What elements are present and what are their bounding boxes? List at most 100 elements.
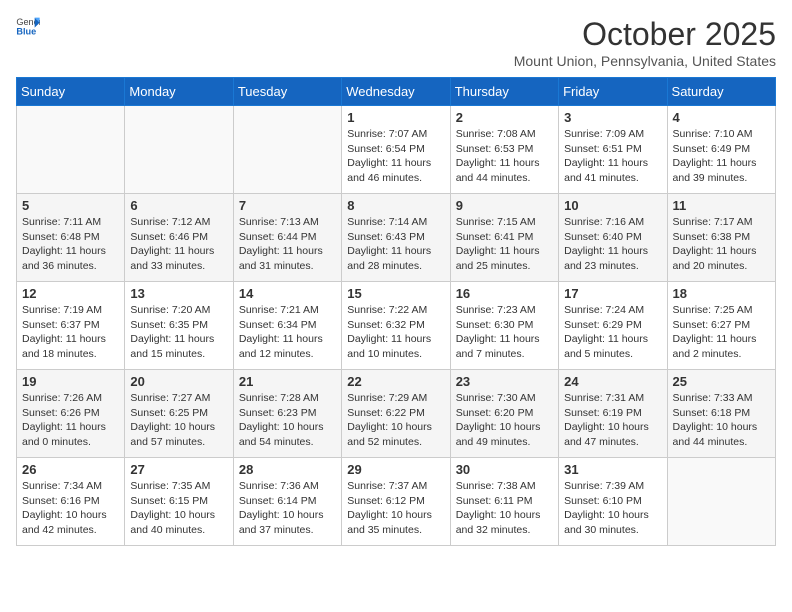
day-cell-27: 27 Sunrise: 7:35 AMSunset: 6:15 PMDayligh…	[125, 458, 233, 546]
day-number-3: 3	[564, 110, 661, 125]
day-number-30: 30	[456, 462, 553, 477]
day-info-3: Sunrise: 7:09 AMSunset: 6:51 PMDaylight:…	[564, 127, 661, 186]
day-cell-7: 7Sunrise: 7:13 AMSunset: 6:44 PMDaylight…	[233, 194, 341, 282]
day-info-10: Sunrise: 7:16 AMSunset: 6:40 PMDaylight:…	[564, 215, 661, 274]
day-number-8: 8	[347, 198, 444, 213]
week-row-4: 19Sunrise: 7:26 AMSunset: 6:26 PMDayligh…	[17, 370, 776, 458]
day-info-14: Sunrise: 7:21 AMSunset: 6:34 PMDaylight:…	[239, 303, 336, 362]
day-info-5: Sunrise: 7:11 AMSunset: 6:48 PMDaylight:…	[22, 215, 119, 274]
calendar-table: SundayMondayTuesdayWednesdayThursdayFrid…	[16, 77, 776, 546]
day-info-2: Sunrise: 7:08 AMSunset: 6:53 PMDaylight:…	[456, 127, 553, 186]
weekday-header-thursday: Thursday	[450, 78, 558, 106]
day-number-25: 25	[673, 374, 770, 389]
day-info-16: Sunrise: 7:23 AMSunset: 6:30 PMDaylight:…	[456, 303, 553, 362]
day-cell-17: 17 Sunrise: 7:24 AMSunset: 6:29 PMDayligh…	[559, 282, 667, 370]
day-info-8: Sunrise: 7:14 AMSunset: 6:43 PMDaylight:…	[347, 215, 444, 274]
day-number-16: 16	[456, 286, 553, 301]
weekday-header-row: SundayMondayTuesdayWednesdayThursdayFrid…	[17, 78, 776, 106]
empty-day-cell	[125, 106, 233, 194]
day-cell-14: 14 Sunrise: 7:21 AMSunset: 6:34 PMDayligh…	[233, 282, 341, 370]
day-info-15: Sunrise: 7:22 AMSunset: 6:32 PMDaylight:…	[347, 303, 444, 362]
weekday-header-saturday: Saturday	[667, 78, 775, 106]
day-info-18: Sunrise: 7:25 AMSunset: 6:27 PMDaylight:…	[673, 303, 770, 362]
day-info-9: Sunrise: 7:15 AMSunset: 6:41 PMDaylight:…	[456, 215, 553, 274]
day-number-11: 11	[673, 198, 770, 213]
day-number-23: 23	[456, 374, 553, 389]
day-info-27: Sunrise: 7:35 AMSunset: 6:15 PMDaylight:…	[130, 479, 227, 538]
day-number-27: 27	[130, 462, 227, 477]
page-header: General Blue October 2025 Mount Union, P…	[16, 16, 776, 69]
title-area: October 2025 Mount Union, Pennsylvania, …	[514, 16, 776, 69]
weekday-header-sunday: Sunday	[17, 78, 125, 106]
day-cell-23: 23 Sunrise: 7:30 AMSunset: 6:20 PMDayligh…	[450, 370, 558, 458]
day-number-14: 14	[239, 286, 336, 301]
day-info-12: Sunrise: 7:19 AMSunset: 6:37 PMDaylight:…	[22, 303, 119, 362]
day-number-1: 1	[347, 110, 444, 125]
month-title: October 2025	[514, 16, 776, 53]
day-info-19: Sunrise: 7:26 AMSunset: 6:26 PMDaylight:…	[22, 391, 119, 450]
day-info-6: Sunrise: 7:12 AMSunset: 6:46 PMDaylight:…	[130, 215, 227, 274]
day-number-26: 26	[22, 462, 119, 477]
day-info-22: Sunrise: 7:29 AMSunset: 6:22 PMDaylight:…	[347, 391, 444, 450]
day-number-6: 6	[130, 198, 227, 213]
day-info-25: Sunrise: 7:33 AMSunset: 6:18 PMDaylight:…	[673, 391, 770, 450]
day-cell-24: 24 Sunrise: 7:31 AMSunset: 6:19 PMDayligh…	[559, 370, 667, 458]
day-number-2: 2	[456, 110, 553, 125]
generalblue-logo-icon: General Blue	[16, 16, 40, 36]
day-cell-11: 11 Sunrise: 7:17 AMSunset: 6:38 PMDayligh…	[667, 194, 775, 282]
day-cell-12: 12 Sunrise: 7:19 AMSunset: 6:37 PMDayligh…	[17, 282, 125, 370]
location-title: Mount Union, Pennsylvania, United States	[514, 53, 776, 69]
day-cell-1: 1 Sunrise: 7:07 AMSunset: 6:54 PMDaylight…	[342, 106, 450, 194]
day-info-4: Sunrise: 7:10 AMSunset: 6:49 PMDaylight:…	[673, 127, 770, 186]
day-cell-31: 31 Sunrise: 7:39 AMSunset: 6:10 PMDayligh…	[559, 458, 667, 546]
day-cell-20: 20 Sunrise: 7:27 AMSunset: 6:25 PMDayligh…	[125, 370, 233, 458]
day-number-24: 24	[564, 374, 661, 389]
day-cell-21: 21 Sunrise: 7:28 AMSunset: 6:23 PMDayligh…	[233, 370, 341, 458]
day-cell-22: 22 Sunrise: 7:29 AMSunset: 6:22 PMDayligh…	[342, 370, 450, 458]
day-cell-9: 9 Sunrise: 7:15 AMSunset: 6:41 PMDaylight…	[450, 194, 558, 282]
day-info-11: Sunrise: 7:17 AMSunset: 6:38 PMDaylight:…	[673, 215, 770, 274]
day-cell-6: 6 Sunrise: 7:12 AMSunset: 6:46 PMDaylight…	[125, 194, 233, 282]
day-cell-19: 19Sunrise: 7:26 AMSunset: 6:26 PMDayligh…	[17, 370, 125, 458]
weekday-header-wednesday: Wednesday	[342, 78, 450, 106]
day-cell-26: 26 Sunrise: 7:34 AMSunset: 6:16 PMDayligh…	[17, 458, 125, 546]
day-number-20: 20	[130, 374, 227, 389]
day-number-21: 21	[239, 374, 336, 389]
day-number-31: 31	[564, 462, 661, 477]
day-cell-15: 15Sunrise: 7:22 AMSunset: 6:32 PMDayligh…	[342, 282, 450, 370]
day-cell-3: 3 Sunrise: 7:09 AMSunset: 6:51 PMDaylight…	[559, 106, 667, 194]
day-info-13: Sunrise: 7:20 AMSunset: 6:35 PMDaylight:…	[130, 303, 227, 362]
day-number-13: 13	[130, 286, 227, 301]
day-cell-30: 30 Sunrise: 7:38 AMSunset: 6:11 PMDayligh…	[450, 458, 558, 546]
day-number-29: 29	[347, 462, 444, 477]
empty-day-cell	[17, 106, 125, 194]
day-cell-4: 4Sunrise: 7:10 AMSunset: 6:49 PMDaylight…	[667, 106, 775, 194]
day-info-24: Sunrise: 7:31 AMSunset: 6:19 PMDaylight:…	[564, 391, 661, 450]
day-cell-18: 18Sunrise: 7:25 AMSunset: 6:27 PMDayligh…	[667, 282, 775, 370]
day-number-28: 28	[239, 462, 336, 477]
day-info-30: Sunrise: 7:38 AMSunset: 6:11 PMDaylight:…	[456, 479, 553, 538]
week-row-3: 12 Sunrise: 7:19 AMSunset: 6:37 PMDayligh…	[17, 282, 776, 370]
day-number-10: 10	[564, 198, 661, 213]
day-info-23: Sunrise: 7:30 AMSunset: 6:20 PMDaylight:…	[456, 391, 553, 450]
day-cell-16: 16 Sunrise: 7:23 AMSunset: 6:30 PMDayligh…	[450, 282, 558, 370]
day-cell-10: 10 Sunrise: 7:16 AMSunset: 6:40 PMDayligh…	[559, 194, 667, 282]
day-info-21: Sunrise: 7:28 AMSunset: 6:23 PMDaylight:…	[239, 391, 336, 450]
day-info-20: Sunrise: 7:27 AMSunset: 6:25 PMDaylight:…	[130, 391, 227, 450]
day-info-31: Sunrise: 7:39 AMSunset: 6:10 PMDaylight:…	[564, 479, 661, 538]
day-cell-5: 5Sunrise: 7:11 AMSunset: 6:48 PMDaylight…	[17, 194, 125, 282]
week-row-2: 5Sunrise: 7:11 AMSunset: 6:48 PMDaylight…	[17, 194, 776, 282]
day-number-17: 17	[564, 286, 661, 301]
day-cell-8: 8 Sunrise: 7:14 AMSunset: 6:43 PMDaylight…	[342, 194, 450, 282]
day-info-17: Sunrise: 7:24 AMSunset: 6:29 PMDaylight:…	[564, 303, 661, 362]
day-number-12: 12	[22, 286, 119, 301]
day-info-1: Sunrise: 7:07 AMSunset: 6:54 PMDaylight:…	[347, 127, 444, 186]
weekday-header-tuesday: Tuesday	[233, 78, 341, 106]
weekday-header-friday: Friday	[559, 78, 667, 106]
day-number-9: 9	[456, 198, 553, 213]
day-info-28: Sunrise: 7:36 AMSunset: 6:14 PMDaylight:…	[239, 479, 336, 538]
day-cell-28: 28 Sunrise: 7:36 AMSunset: 6:14 PMDayligh…	[233, 458, 341, 546]
day-info-26: Sunrise: 7:34 AMSunset: 6:16 PMDaylight:…	[22, 479, 119, 538]
day-number-22: 22	[347, 374, 444, 389]
week-row-5: 26 Sunrise: 7:34 AMSunset: 6:16 PMDayligh…	[17, 458, 776, 546]
